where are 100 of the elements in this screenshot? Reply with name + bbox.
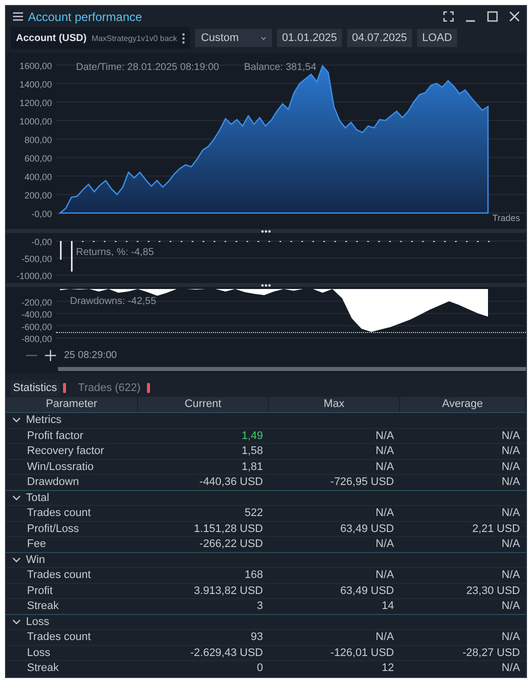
table-cell-text: Loss xyxy=(26,646,52,660)
table-cell-text: -2.629,43 USD xyxy=(189,646,264,660)
table-cell-text: N/A xyxy=(500,537,521,552)
fullscreen-icon[interactable] xyxy=(443,11,454,22)
axis-label: -200,00 xyxy=(21,297,52,308)
table-cell-text: N/A xyxy=(374,537,395,552)
table-cell-text: 63,49 USD xyxy=(339,522,395,536)
end-date-field[interactable]: 04.07.2025 xyxy=(347,29,412,47)
axis-label: -0,00 xyxy=(31,209,52,219)
more-icon[interactable] xyxy=(182,32,185,44)
table-cell-text: 63,49 USD xyxy=(339,584,395,598)
chevron-icon[interactable] xyxy=(12,417,21,424)
axis-label: -0,00 xyxy=(31,237,52,247)
table-cell-text: Profit/Loss xyxy=(26,522,80,536)
table-cell-text: Streak xyxy=(26,599,60,614)
table-cell-text: -440,36 USD xyxy=(198,475,264,490)
table-cell-text: 2,21 USD xyxy=(471,522,521,536)
marker-icon xyxy=(146,383,150,393)
table-cell-text: 522 xyxy=(244,506,264,520)
axis-label: 400,00 xyxy=(24,172,52,182)
table-cell-text: 1,81 xyxy=(240,460,264,474)
table-cell-text: 1,49 xyxy=(240,428,264,443)
table-cell-text: 3.913,82 USD xyxy=(192,584,264,598)
table-cell-text: 93 xyxy=(250,630,264,644)
table-cell-text: 12 xyxy=(380,661,395,676)
table-cell-text: Win/Lossratio xyxy=(26,460,95,474)
table-cell-text: Profit factor xyxy=(26,428,84,443)
axis-title: Trades xyxy=(492,213,520,223)
axis-label: 200,00 xyxy=(24,190,52,200)
table-cell-text: 1,58 xyxy=(240,444,264,458)
marker-icon xyxy=(63,383,66,393)
chevron-icon[interactable] xyxy=(12,494,21,501)
axis-label: -1000,00 xyxy=(16,271,52,281)
table-cell-text: 0 xyxy=(256,661,264,676)
table-cell-text: Streak xyxy=(26,661,60,676)
chevron-icon[interactable] xyxy=(12,556,21,563)
axis-label: -500,00 xyxy=(21,254,52,264)
account-selector[interactable]: Account (USD) MaxStrategy1v1v0 back xyxy=(11,27,190,49)
table-cell-text: N/A xyxy=(374,444,395,458)
table-cell-text: Trades count xyxy=(26,568,92,582)
drawdown-readout: Drawdowns: -42,55 xyxy=(70,296,156,307)
return-bar xyxy=(70,241,73,272)
axis-label: 1600,00 xyxy=(19,61,52,71)
axis-label: 800,00 xyxy=(24,135,52,145)
table-cell-text: Fee xyxy=(26,537,47,552)
column-header[interactable]: Parameter xyxy=(6,397,138,412)
axis-label: 1400,00 xyxy=(19,80,52,90)
menu-icon[interactable] xyxy=(13,12,23,21)
grip-icon[interactable] xyxy=(261,230,271,232)
table-cell-text: -726,95 USD xyxy=(329,475,395,490)
returns-readout: Returns, %: -4,85 xyxy=(76,247,154,258)
table-cell-text: Drawdown xyxy=(26,475,80,490)
time-label: 25 08:29:00 xyxy=(64,350,117,360)
grip-icon[interactable] xyxy=(261,284,271,286)
table-cell-text: N/A xyxy=(500,475,521,490)
table-cell-text: N/A xyxy=(500,506,521,520)
table-cell-text: N/A xyxy=(374,460,395,474)
table-cell-text: N/A xyxy=(500,599,521,614)
table-cell-text: N/A xyxy=(500,630,521,644)
table-cell-text: N/A xyxy=(374,506,395,520)
axis-label: -800,00 xyxy=(21,334,52,344)
scrollbar[interactable] xyxy=(58,367,526,371)
table-cell-text: -28,27 USD xyxy=(462,646,521,660)
table-cell-text: N/A xyxy=(500,661,521,676)
axis-label: -600,00 xyxy=(21,322,52,332)
table-cell-text: Trades count xyxy=(26,630,92,644)
table-cell-text: N/A xyxy=(500,444,521,458)
table-cell-text: Recovery factor xyxy=(26,444,106,458)
column-header[interactable]: Max xyxy=(269,397,400,412)
group-label: Total xyxy=(26,492,50,504)
window-title: Account performance xyxy=(28,10,142,24)
table-cell-text: N/A xyxy=(374,428,395,443)
tab[interactable]: Trades (622) xyxy=(75,380,144,396)
table-cell-text: 3 xyxy=(256,599,264,614)
period-dropdown[interactable]: Custom xyxy=(194,29,272,47)
table-cell-text: N/A xyxy=(500,428,521,443)
balance-readout: Balance: 381,54 xyxy=(244,62,316,73)
chevron-down-icon xyxy=(260,34,266,42)
group-label: Metrics xyxy=(26,414,62,426)
axis-label: 1000,00 xyxy=(19,116,52,126)
tab[interactable]: Statistics xyxy=(10,380,60,396)
close-icon[interactable] xyxy=(509,11,520,22)
table-cell-text: Profit xyxy=(26,584,54,598)
datetime-readout: Date/Time: 28.01.2025 08:19:00 xyxy=(76,62,220,73)
table-cell-text: -126,01 USD xyxy=(329,646,395,660)
maximize-icon[interactable] xyxy=(487,11,498,22)
start-date-field[interactable]: 01.01.2025 xyxy=(276,29,342,47)
table-cell-text: N/A xyxy=(374,568,395,582)
table-cell-text: 1.151,28 USD xyxy=(192,522,264,536)
table-cell-text: -266,22 USD xyxy=(198,537,264,552)
table-cell-text: N/A xyxy=(500,460,521,474)
column-header[interactable]: Average xyxy=(400,397,526,412)
group-label: Win xyxy=(26,554,45,566)
zoom-in-icon[interactable] xyxy=(45,350,56,360)
table-cell-text: 23,30 USD xyxy=(465,584,521,598)
table-cell-text: Trades count xyxy=(26,506,92,520)
axis-label: 1200,00 xyxy=(19,98,52,108)
column-header[interactable]: Current xyxy=(138,397,269,412)
load-button[interactable]: LOAD xyxy=(417,29,458,47)
chevron-icon[interactable] xyxy=(12,618,21,625)
